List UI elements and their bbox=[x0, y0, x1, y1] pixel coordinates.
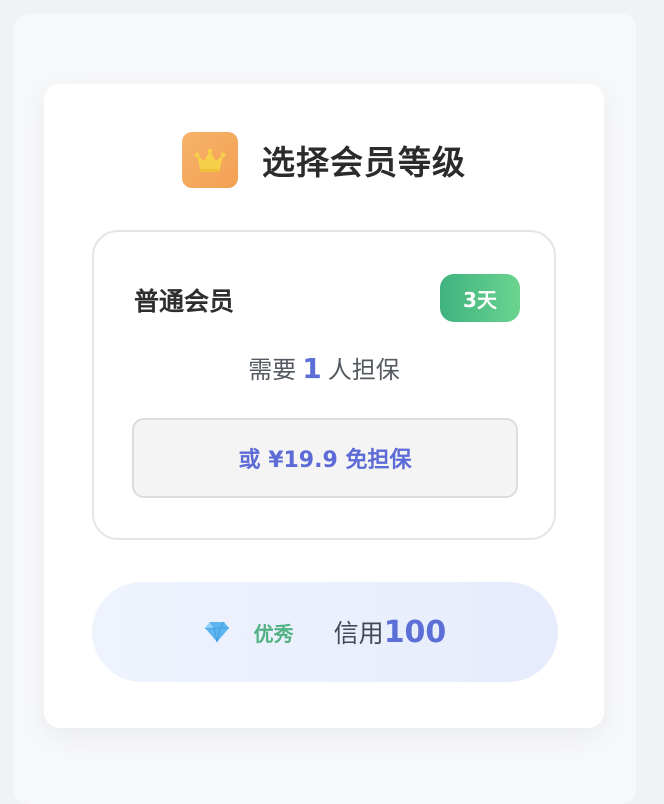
crown-icon bbox=[182, 132, 238, 188]
credit-label: 信用 bbox=[333, 619, 384, 648]
membership-card: 选择会员等级 普通会员 3天 需要 1 人担保 或 ¥19.9 免担保 优秀 信用 1… bbox=[44, 84, 604, 728]
guarantee-suffix: 人担保 bbox=[327, 356, 400, 384]
pay-without-guarantee-button[interactable]: 或 ¥19.9 免担保 bbox=[132, 418, 518, 498]
card-header: 选择会员等级 bbox=[44, 132, 604, 188]
credit-score: 100 bbox=[383, 614, 447, 650]
credit-status-bar: 优秀 信用 100 bbox=[92, 582, 558, 682]
guarantee-prefix: 需要 bbox=[248, 356, 297, 384]
credit-level: 优秀 bbox=[253, 621, 294, 646]
tier-name: 普通会员 bbox=[134, 287, 235, 316]
guarantee-requirement: 需要 1 人担保 bbox=[94, 350, 554, 385]
tier-option[interactable]: 普通会员 3天 需要 1 人担保 或 ¥19.9 免担保 bbox=[92, 230, 556, 540]
guarantee-count: 1 bbox=[302, 352, 322, 385]
duration-badge: 3天 bbox=[440, 274, 520, 322]
page-title: 选择会员等级 bbox=[262, 143, 466, 182]
diamond-icon bbox=[204, 621, 229, 643]
